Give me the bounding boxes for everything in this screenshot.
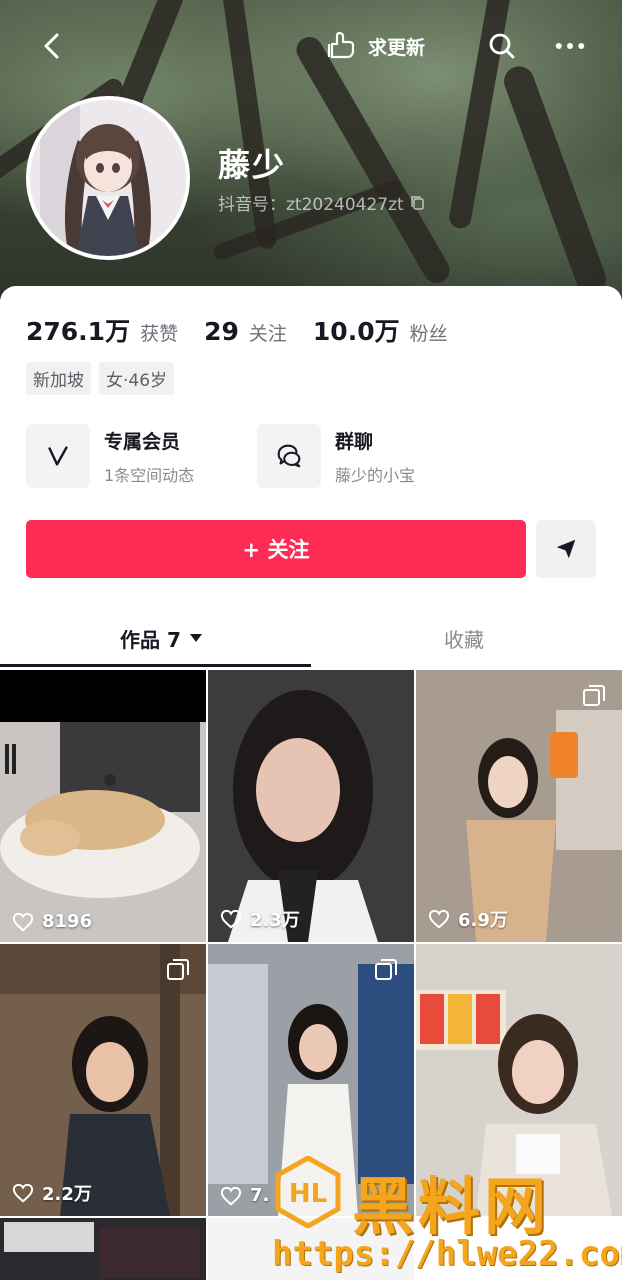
video-thumbnail[interactable]: 2.2万 [0, 944, 206, 1216]
request-update-button[interactable]: 求更新 [326, 28, 425, 64]
tab-collect[interactable]: 收藏 [444, 616, 484, 660]
video-thumbnail[interactable]: 6.9万 [416, 670, 622, 942]
like-count-text: 2.3万 [250, 910, 300, 931]
profile-banner: 求更新 藤少 抖音号：zt20240427zt [0, 0, 622, 300]
anime-girl-avatar-image [30, 100, 186, 256]
group-chat-entry[interactable]: 群聊 藤少的小宝 [257, 424, 415, 488]
heart-icon [12, 912, 34, 931]
video-thumbnail[interactable]: 2.3万 [208, 670, 414, 942]
location-tag: 新加坡 [26, 362, 91, 395]
request-update-label: 求更新 [368, 36, 426, 59]
caret-down-icon [189, 634, 202, 642]
like-count-text: 7. [250, 1185, 270, 1206]
stat-following-label: 关注 [248, 323, 287, 345]
like-count-text: 8196 [42, 911, 93, 932]
tab-collect-label: 收藏 [444, 627, 484, 652]
multi-image-icon [375, 959, 397, 980]
heart-icon [220, 909, 242, 929]
watermark: HL 黑料网 https://hlwe22.com [272, 1156, 622, 1280]
dog-thumbnail-image [0, 670, 206, 942]
like-count-text: 6.9万 [458, 910, 508, 931]
video-thumbnail[interactable]: 8196 [0, 670, 206, 942]
heart-icon [220, 1186, 242, 1205]
avatar[interactable] [26, 96, 190, 260]
search-icon [489, 33, 515, 59]
profile-tags: 新加坡 女·46岁 [26, 362, 175, 395]
tab-indicator [0, 664, 311, 667]
more-button[interactable] [552, 28, 588, 64]
douyin-id[interactable]: 抖音号：zt20240427zt [218, 190, 426, 215]
stat-likes: 276.1万 获赞 [26, 312, 178, 348]
top-bar: 求更新 [0, 26, 622, 66]
username: 藤少 [218, 146, 287, 184]
watermark-brand: 黑料网 [352, 1170, 551, 1243]
paper-plane-icon [556, 539, 576, 559]
video-thumbnail[interactable] [0, 1218, 206, 1280]
stats-row: 276.1万 获赞 29 关注 10.0万 粉丝 [26, 312, 474, 348]
more-dots-icon [555, 43, 585, 49]
membership-title: 专属会员 [104, 430, 181, 453]
watermark-url: https://hlwe22.com [272, 1234, 622, 1274]
search-button[interactable] [486, 28, 518, 64]
membership-entry[interactable]: 专属会员 1条空间动态 [26, 424, 194, 488]
group-chat-title: 群聊 [335, 430, 374, 453]
multi-image-icon [583, 685, 605, 706]
copy-icon[interactable] [410, 195, 426, 211]
stat-followers-label: 粉丝 [409, 323, 448, 345]
like-count: 2.2万 [12, 1180, 92, 1206]
like-count-text: 2.2万 [42, 1184, 92, 1205]
like-count: 6.9万 [428, 906, 508, 932]
mirror-selfie-thumbnail-image [416, 670, 622, 942]
feature-row: 专属会员 1条空间动态 群聊 藤少的小宝 [26, 424, 596, 488]
cafe-portrait-thumbnail-image [0, 944, 206, 1216]
group-chat-subtitle: 藤少的小宝 [335, 465, 416, 485]
gender-age-tag: 女·46岁 [99, 362, 175, 395]
douyin-id-text: 抖音号：zt20240427zt [218, 195, 404, 215]
like-count: 7. [220, 1185, 269, 1206]
stat-likes-value: 276.1万 [26, 317, 131, 346]
portrait-thumbnail-image [208, 670, 414, 942]
heart-icon [12, 1183, 34, 1203]
partial-thumbnail-image [0, 1218, 206, 1280]
heart-icon [428, 909, 450, 929]
tab-works[interactable]: 作品 7 [120, 616, 203, 660]
chevron-left-icon [44, 33, 59, 59]
like-count: 8196 [12, 911, 92, 932]
profile-info-card: 276.1万 获赞 29 关注 10.0万 粉丝 新加坡 女·46岁 专属会员 … [0, 286, 622, 670]
multi-image-icon [167, 959, 189, 980]
stat-likes-label: 获赞 [140, 323, 179, 345]
follow-label: + 关注 [242, 538, 310, 562]
chat-bubbles-icon [257, 424, 321, 488]
stat-following[interactable]: 29 关注 [204, 317, 287, 346]
content-tabs: 作品 7 收藏 [0, 616, 622, 670]
stat-followers-value: 10.0万 [312, 317, 400, 346]
svg-text:HL: HL [289, 1179, 327, 1209]
stat-followers[interactable]: 10.0万 粉丝 [313, 312, 448, 348]
back-button[interactable] [36, 28, 68, 64]
tab-works-label: 作品 7 [120, 627, 181, 652]
membership-subtitle: 1条空间动态 [104, 465, 195, 485]
watermark-hexagon-logo: HL [275, 1156, 341, 1228]
pointing-hand-icon [327, 31, 355, 59]
v-icon [26, 424, 90, 488]
like-count: 2.3万 [220, 906, 300, 932]
send-message-button[interactable] [536, 520, 596, 578]
stat-following-value: 29 [204, 317, 239, 346]
follow-button[interactable]: + 关注 [26, 520, 526, 578]
